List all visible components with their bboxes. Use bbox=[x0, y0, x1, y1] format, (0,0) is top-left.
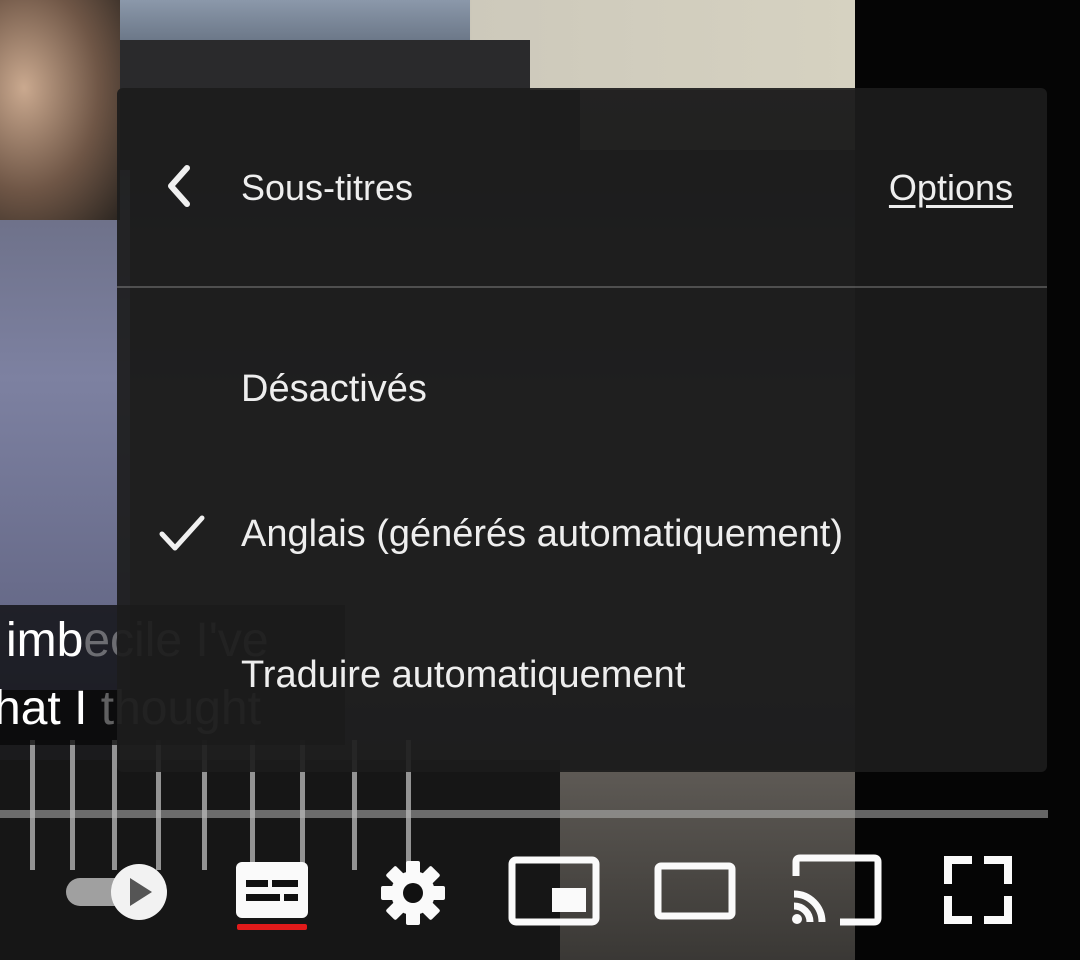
menu-header: Sous-titres Options bbox=[117, 88, 1047, 286]
options-link[interactable]: Options bbox=[889, 166, 1013, 210]
menu-item-off[interactable]: Désactivés bbox=[117, 324, 1047, 454]
subtitles-menu: Sous-titres Options Désactivés Anglais (… bbox=[117, 88, 1047, 772]
cast-icon bbox=[792, 854, 882, 926]
fullscreen-button[interactable] bbox=[942, 854, 1014, 926]
progress-bar[interactable] bbox=[0, 810, 1048, 818]
subtitles-icon bbox=[236, 862, 308, 918]
video-background bbox=[70, 740, 75, 870]
theater-mode-button[interactable] bbox=[654, 862, 736, 920]
video-background bbox=[0, 0, 120, 220]
menu-item-label: Désactivés bbox=[241, 368, 427, 410]
gear-icon bbox=[381, 861, 445, 925]
checkmark-icon bbox=[159, 515, 205, 551]
miniplayer-button[interactable] bbox=[508, 856, 600, 926]
caption-text: hat I bbox=[0, 682, 88, 735]
menu-item-auto-translate[interactable]: Traduire automatiquement bbox=[117, 610, 1047, 740]
video-background bbox=[30, 740, 35, 870]
back-button[interactable] bbox=[157, 158, 205, 214]
chevron-left-icon bbox=[168, 165, 190, 207]
autoplay-toggle[interactable] bbox=[64, 860, 170, 924]
menu-title: Sous-titres bbox=[241, 167, 414, 208]
theater-mode-icon bbox=[654, 862, 736, 920]
caption-text: imb bbox=[6, 614, 84, 667]
settings-button[interactable] bbox=[378, 858, 448, 928]
miniplayer-icon bbox=[508, 856, 600, 926]
menu-item-label: Anglais (générés automatiquement) bbox=[241, 513, 844, 555]
autoplay-toggle-icon bbox=[66, 864, 167, 920]
cast-button[interactable] bbox=[790, 854, 882, 926]
subtitles-button[interactable] bbox=[234, 860, 310, 920]
fullscreen-icon bbox=[944, 856, 1012, 924]
menu-item-label: Traduire automatiquement bbox=[241, 654, 686, 696]
menu-item-english-auto[interactable]: Anglais (générés automatiquement) bbox=[117, 469, 1047, 599]
subtitles-active-indicator bbox=[237, 924, 307, 930]
divider bbox=[117, 286, 1047, 288]
